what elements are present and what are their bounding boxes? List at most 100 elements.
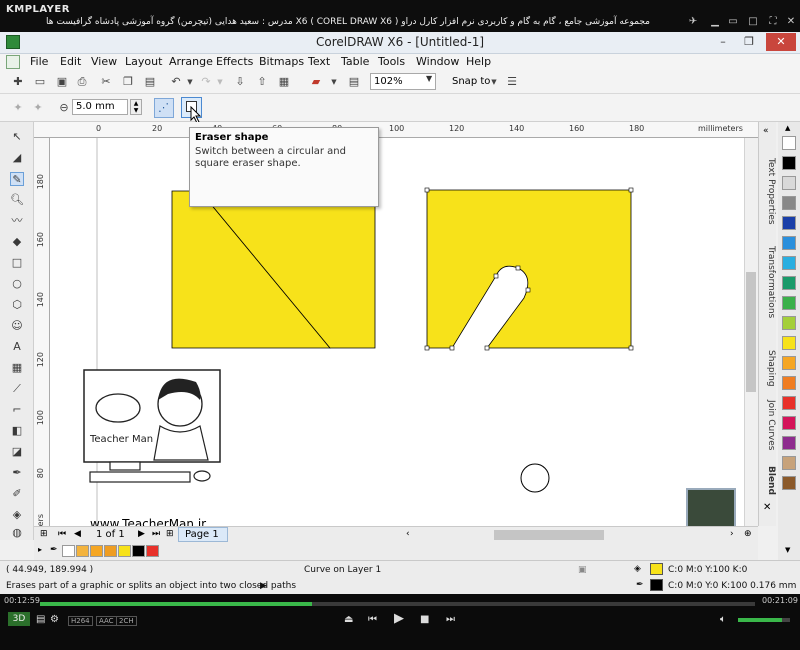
document-swatch[interactable] [104,545,117,557]
eraser-option2-icon[interactable]: ✦ [30,100,46,116]
page-tab[interactable]: Page 1 [178,527,228,542]
launcher-dropdown-icon[interactable]: ▼ [326,74,342,90]
palette-color-swatch[interactable] [782,336,796,350]
reduce-nodes-button[interactable]: ⋰ [154,98,174,118]
palette-color-swatch[interactable] [782,296,796,310]
eraser-thickness-input[interactable]: 5.0 mm [72,99,128,115]
palette-color-swatch[interactable] [782,376,796,390]
document-swatch[interactable] [146,545,159,557]
paste-icon[interactable]: ▤ [142,74,158,90]
basic-shapes-tool-icon[interactable]: ☺ [10,319,24,333]
interactive-fill-tool-icon[interactable]: ◍ [10,526,24,540]
player-close-icon[interactable]: ✕ [784,16,798,28]
eraser-shape-button[interactable] [181,97,202,124]
outline-tool-icon[interactable]: ✐ [10,487,24,501]
document-swatch[interactable] [118,545,131,557]
eject-icon[interactable]: ⏏ [344,614,353,625]
menu-window[interactable]: Window [416,55,459,68]
dimension-tool-icon[interactable]: ⟋ [10,382,24,396]
docker-close-icon[interactable]: ✕ [763,502,771,513]
text-tool-icon[interactable]: A [10,340,24,354]
palette-scroll-icon[interactable]: ▸ [38,545,42,554]
no-color-swatch[interactable] [62,545,75,557]
menu-text[interactable]: Text [308,55,330,68]
erased-shape[interactable] [426,189,632,349]
palette-color-swatch[interactable] [782,396,796,410]
last-page-icon[interactable]: ⏭ [152,529,160,539]
thickness-spinner[interactable]: ▲ ▼ [130,99,142,115]
open-icon[interactable]: ▭ [32,74,48,90]
document-swatch[interactable] [132,545,145,557]
import-icon[interactable]: ⇩ [232,74,248,90]
smart-fill-tool-icon[interactable]: ◆ [10,235,24,249]
zoom-tool-icon[interactable]: 🔍︎ [10,193,24,207]
palette-color-swatch[interactable] [782,156,796,170]
palette-color-swatch[interactable] [782,436,796,450]
restore-button[interactable]: ❐ [736,33,762,51]
next-icon[interactable]: ⏭ [446,614,455,625]
badge-3d[interactable]: 3D [8,612,30,626]
polygon-tool-icon[interactable]: ⬡ [10,298,24,312]
blend-tool-icon[interactable]: ◧ [10,424,24,438]
pick-tool-icon[interactable]: ↖ [10,130,24,144]
docker-tab-transformations[interactable]: Transformations [760,246,776,318]
document-swatch[interactable] [90,545,103,557]
connector-tool-icon[interactable]: ⌐ [10,403,24,417]
menu-arrange[interactable]: Arrange [169,55,213,68]
palette-color-swatch[interactable] [782,216,796,230]
horizontal-scrollbar[interactable]: ‹ › ⊕ [404,526,758,542]
document-menu-icon[interactable] [6,55,20,69]
welcome-screen-icon[interactable]: ▤ [346,74,362,90]
application-launcher-icon[interactable]: ▰ [308,74,324,90]
palette-eyedropper-icon[interactable]: ✒ [50,545,58,555]
palette-color-swatch[interactable] [782,356,796,370]
minimize-button[interactable]: – [710,33,736,51]
docker-tab-join-curves[interactable]: Join Curves [760,400,776,450]
export-icon[interactable]: ⇧ [254,74,270,90]
palette-down-icon[interactable]: ▼ [785,546,790,554]
palette-color-swatch[interactable] [782,316,796,330]
previous-icon[interactable]: ⏮ [368,614,377,625]
menu-layout[interactable]: Layout [125,55,162,68]
palette-color-swatch[interactable] [782,416,796,430]
fill-tool-icon[interactable]: ◈ [10,508,24,522]
palette-color-swatch[interactable] [782,256,796,270]
prev-page-icon[interactable]: ◀ [74,529,81,539]
vertical-ruler[interactable]: 180 160 140 120 100 80 millimeters [34,138,50,559]
eyedropper-tool-icon[interactable]: ✒ [10,466,24,480]
palette-color-swatch[interactable] [782,176,796,190]
table-tool-icon[interactable]: ▦ [10,361,24,375]
transparency-tool-icon[interactable]: ◪ [10,445,24,459]
play-icon[interactable]: ▶ [394,611,404,626]
menu-help[interactable]: Help [466,55,491,68]
menu-view[interactable]: View [91,55,117,68]
scroll-left-icon[interactable]: ‹ [406,529,410,539]
options-icon[interactable]: ☰ [504,74,520,90]
cut-icon[interactable]: ✂ [98,74,114,90]
player-mini-icon[interactable]: ▭ [726,16,740,28]
menu-table[interactable]: Table [341,55,369,68]
palette-up-icon[interactable]: ▲ [785,124,790,132]
horizontal-scroll-thumb[interactable] [494,530,604,540]
new-document-icon[interactable]: ✚ [10,74,26,90]
color-profile-icon[interactable]: ▣ [578,565,587,575]
palette-color-swatch[interactable] [782,276,796,290]
freehand-tool-icon[interactable]: 〰 [10,214,24,228]
volume-icon[interactable]: 🔈︎ [720,614,726,625]
save-icon[interactable]: ▣ [54,74,70,90]
undo-dropdown-icon[interactable]: ▼ [182,74,198,90]
palette-color-swatch[interactable] [782,476,796,490]
stop-icon[interactable]: ■ [420,614,429,625]
docker-collapse-icon[interactable]: « [763,126,769,136]
ellipse-tool-icon[interactable]: ○ [10,277,24,291]
settings-icon[interactable]: ⚙ [50,614,59,625]
copy-icon[interactable]: ❐ [120,74,136,90]
docker-tab-text-properties[interactable]: Text Properties [760,158,776,225]
next-page-icon[interactable]: ▶ [138,529,145,539]
fill-color-swatch[interactable] [650,563,663,575]
scroll-right-icon[interactable]: › [730,529,734,539]
docker-tab-blend[interactable]: Blend [760,466,776,495]
player-fullscreen-icon[interactable]: ⛶ [766,16,780,28]
volume-slider[interactable] [738,618,790,622]
shape-tool-icon[interactable]: ◢ [10,151,24,165]
